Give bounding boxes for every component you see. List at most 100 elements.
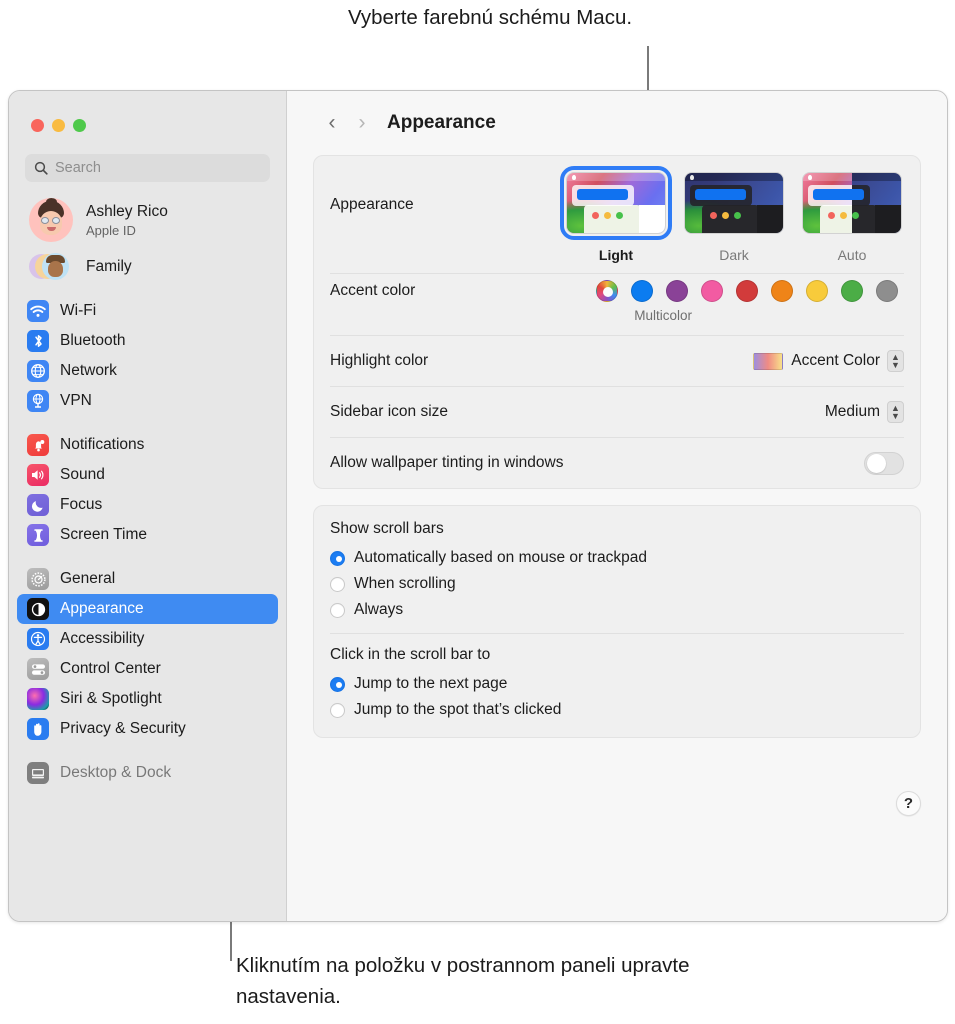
sidebar-item-control-center[interactable]: Control Center: [17, 654, 278, 684]
bluetooth-icon: [27, 330, 49, 352]
accent-swatch-orange[interactable]: [771, 280, 793, 302]
radio-button[interactable]: [330, 576, 345, 592]
sidebar-item-label: Focus: [60, 496, 103, 513]
chevron-left-icon[interactable]: ‹: [317, 111, 347, 135]
callout-bottom-text: Kliknutím na položku v postrannom paneli…: [236, 954, 690, 1008]
accent-color-selected-label: Multicolor: [634, 308, 692, 323]
sidebar-item-label: Bluetooth: [60, 332, 126, 349]
radio-label: Always: [354, 601, 404, 618]
general-gear-icon: [27, 568, 49, 590]
appearance-option-auto[interactable]: Auto: [800, 172, 904, 263]
highlight-color-value: Accent Color: [791, 352, 880, 369]
notifications-bell-icon: [27, 434, 49, 456]
search-field[interactable]: Search: [25, 154, 270, 182]
sidebar-item-accessibility[interactable]: Accessibility: [17, 624, 278, 654]
radio-button[interactable]: [330, 676, 345, 692]
appearance-mode-row: Appearance Light Dark Auto: [314, 156, 920, 273]
sidebar-item-apple-id[interactable]: Ashley Rico Apple ID: [29, 198, 286, 242]
chevron-right-icon[interactable]: ›: [347, 111, 377, 135]
scroll-bars-option-always[interactable]: Always: [330, 597, 904, 623]
sound-speaker-icon: [27, 464, 49, 486]
accent-swatch-pink[interactable]: [701, 280, 723, 302]
appearance-settings-card: Appearance Light Dark Auto Accent color …: [313, 155, 921, 489]
scroll-bars-card: Show scroll bars Automatically based on …: [313, 505, 921, 738]
search-placeholder: Search: [55, 160, 101, 176]
sidebar-item-label: Privacy & Security: [60, 720, 186, 737]
sidebar-item-notifications[interactable]: Notifications: [17, 430, 278, 460]
minimize-button[interactable]: [52, 119, 65, 132]
appearance-option-label: Auto: [837, 247, 867, 263]
sidebar-item-sound[interactable]: Sound: [17, 460, 278, 490]
sidebar-item-vpn[interactable]: VPN: [17, 386, 278, 416]
accent-swatch-blue[interactable]: [631, 280, 653, 302]
appearance-label: Appearance: [330, 196, 414, 213]
zoom-button[interactable]: [73, 119, 86, 132]
sidebar-icon-size-row: Sidebar icon size Medium ▲ ▼: [314, 387, 920, 437]
callout-top-text: Vyberte farebnú schému Macu.: [347, 6, 633, 29]
search-icon: [34, 161, 48, 175]
appearance-thumbnail-dark[interactable]: [684, 172, 784, 234]
appearance-mode-options: Light Dark Auto: [560, 166, 904, 263]
appearance-option-label: Dark: [719, 247, 749, 263]
accent-swatch-red[interactable]: [736, 280, 758, 302]
accent-swatch-purple[interactable]: [666, 280, 688, 302]
account-subtitle: Apple ID: [86, 222, 136, 238]
sidebar-item-label: Desktop & Dock: [60, 764, 172, 781]
sidebar-item-network[interactable]: Network: [17, 356, 278, 386]
main-pane: ‹ › Appearance Appearance Light Dark Aut…: [287, 91, 947, 921]
account-name: Ashley Rico: [86, 202, 168, 220]
radio-button[interactable]: [330, 550, 345, 566]
sidebar-item-focus[interactable]: Focus: [17, 490, 278, 520]
sidebar-item-family[interactable]: Family: [29, 252, 286, 282]
wallpaper-tinting-toggle[interactable]: [864, 451, 904, 475]
sidebar-group-network: Wi-Fi Bluetooth Network VPN: [9, 296, 286, 416]
sidebar-item-screen-time[interactable]: Screen Time: [17, 520, 278, 550]
appearance-option-light[interactable]: Light: [560, 166, 672, 263]
sidebar-icon-size-popup-button[interactable]: ▲ ▼: [887, 401, 904, 423]
scroll-bars-option-automatic[interactable]: Automatically based on mouse or trackpad: [330, 545, 904, 571]
highlight-color-label: Highlight color: [330, 352, 429, 369]
accent-swatch-multicolor[interactable]: [596, 280, 618, 302]
chevron-down-icon: ▼: [891, 360, 900, 370]
sidebar-item-general[interactable]: General: [17, 564, 278, 594]
sidebar-item-wi-fi[interactable]: Wi-Fi: [17, 296, 278, 326]
avatar: [29, 198, 73, 242]
sidebar-navigation: Wi-Fi Bluetooth Network VPN Notification…: [9, 296, 286, 788]
wallpaper-tinting-label: Allow wallpaper tinting in windows: [330, 454, 564, 471]
sidebar-item-label: Siri & Spotlight: [60, 690, 162, 707]
control-center-icon: [27, 658, 49, 680]
screenshot-root: Vyberte farebnú schému Macu. Kliknutím n…: [0, 0, 955, 1024]
radio-label: When scrolling: [354, 575, 456, 592]
sidebar-item-appearance[interactable]: Appearance: [17, 594, 278, 624]
sidebar-item-bluetooth[interactable]: Bluetooth: [17, 326, 278, 356]
radio-button[interactable]: [330, 602, 345, 618]
close-button[interactable]: [31, 119, 44, 132]
accent-color-swatches: [596, 280, 898, 302]
sidebar-item-siri-and-spotlight[interactable]: Siri & Spotlight: [17, 684, 278, 714]
help-button[interactable]: ?: [896, 791, 921, 816]
scroll-click-option-next-page[interactable]: Jump to the next page: [330, 671, 904, 697]
sidebar-item-label: VPN: [60, 392, 92, 409]
sidebar-item-label: General: [60, 570, 116, 587]
sidebar-icon-size-value: Medium: [824, 403, 880, 420]
scroll-bars-option-when-scrolling[interactable]: When scrolling: [330, 571, 904, 597]
scroll-click-option-spot-clicked[interactable]: Jump to the spot that’s clicked: [330, 697, 904, 723]
appearance-option-dark[interactable]: Dark: [682, 172, 786, 263]
highlight-color-popup-button[interactable]: ▲ ▼: [887, 350, 904, 372]
highlight-color-row: Highlight color Accent Color ▲ ▼: [314, 336, 920, 386]
highlight-color-swatch: [753, 352, 784, 370]
window-traffic-lights: [9, 91, 286, 132]
appearance-thumbnail-light[interactable]: [560, 166, 672, 240]
appearance-thumbnail-auto[interactable]: [802, 172, 902, 234]
page-title: Appearance: [387, 112, 496, 133]
accent-swatch-graphite[interactable]: [876, 280, 898, 302]
accent-swatch-yellow[interactable]: [806, 280, 828, 302]
radio-button[interactable]: [330, 702, 345, 718]
focus-moon-icon: [27, 494, 49, 516]
sidebar: Search Ashley Rico Apple ID Family Wi-Fi…: [9, 91, 287, 921]
accent-swatch-green[interactable]: [841, 280, 863, 302]
sidebar-item-privacy-and-security[interactable]: Privacy & Security: [17, 714, 278, 744]
sidebar-group-desktop: Desktop & Dock: [9, 758, 286, 788]
radio-label: Jump to the next page: [354, 675, 508, 692]
sidebar-item-desktop-and-dock[interactable]: Desktop & Dock: [17, 758, 278, 788]
